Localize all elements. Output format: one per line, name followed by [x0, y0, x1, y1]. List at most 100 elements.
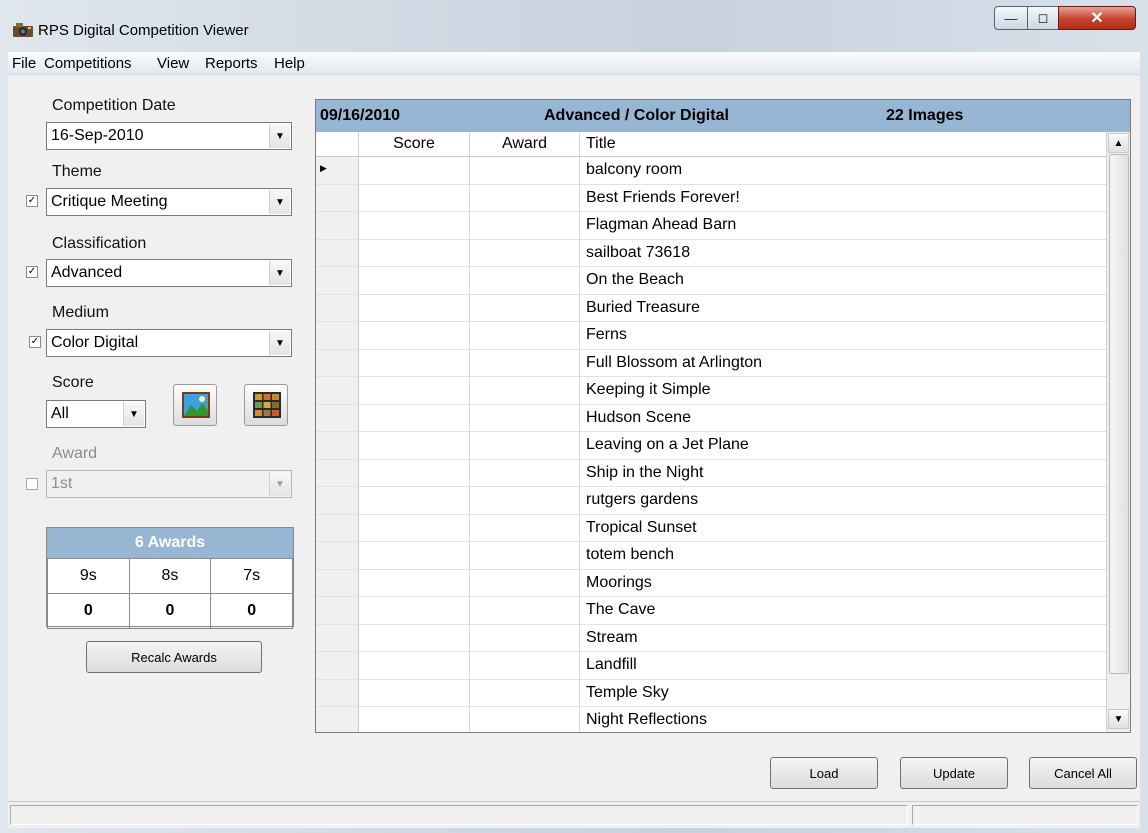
award-cell[interactable] [470, 267, 580, 294]
award-cell[interactable] [470, 184, 580, 211]
chevron-down-icon[interactable]: ▼ [269, 124, 290, 148]
award-cell[interactable] [470, 652, 580, 679]
view-image-button[interactable] [173, 384, 217, 426]
table-row[interactable]: Best Friends Forever! [316, 184, 1106, 212]
award-cell[interactable] [470, 212, 580, 239]
table-row[interactable]: rutgers gardens [316, 487, 1106, 515]
title-cell[interactable]: Ferns [586, 326, 627, 344]
score-cell[interactable] [359, 707, 470, 732]
award-cell[interactable] [470, 569, 580, 596]
award-cell[interactable] [470, 294, 580, 321]
row-selector[interactable] [316, 459, 359, 486]
title-cell[interactable]: Flagman Ahead Barn [586, 216, 736, 234]
title-cell[interactable]: rutgers gardens [586, 491, 698, 509]
table-row[interactable]: The Cave [316, 597, 1106, 625]
award-cell[interactable] [470, 542, 580, 569]
chevron-down-icon[interactable]: ▼ [269, 331, 290, 355]
load-button[interactable]: Load [770, 757, 878, 789]
title-cell[interactable]: Leaving on a Jet Plane [586, 436, 749, 454]
title-cell[interactable]: Full Blossom at Arlington [586, 354, 762, 372]
table-row[interactable]: Keeping it Simple [316, 377, 1106, 405]
menu-reports[interactable]: Reports [205, 55, 258, 72]
table-row[interactable]: Hudson Scene [316, 404, 1106, 432]
theme-checkbox[interactable]: ✓ [26, 195, 38, 207]
menu-competitions[interactable]: Competitions [44, 55, 132, 72]
table-row[interactable]: Ferns [316, 322, 1106, 350]
title-cell[interactable]: balcony room [586, 161, 682, 179]
row-selector[interactable] [316, 652, 359, 679]
award-cell[interactable] [470, 679, 580, 706]
title-cell[interactable]: The Cave [586, 601, 655, 619]
row-selector[interactable] [316, 294, 359, 321]
close-button[interactable]: ✕ [1058, 6, 1136, 30]
table-row[interactable]: Landfill [316, 652, 1106, 680]
classification-combo[interactable]: Advanced ▼ [46, 259, 292, 287]
minimize-button[interactable]: — [994, 6, 1028, 30]
row-selector[interactable] [316, 624, 359, 651]
row-selector[interactable] [316, 569, 359, 596]
title-bar[interactable]: RPS Digital Competition Viewer — ◻ ✕ [0, 0, 1148, 52]
row-selector[interactable] [316, 184, 359, 211]
award-cell[interactable] [470, 487, 580, 514]
column-header-award[interactable]: Award [470, 132, 580, 156]
title-cell[interactable]: Keeping it Simple [586, 381, 711, 399]
table-row[interactable]: Tropical Sunset [316, 514, 1106, 542]
title-cell[interactable]: Moorings [586, 574, 652, 592]
table-row[interactable]: Buried Treasure [316, 294, 1106, 322]
award-cell[interactable] [470, 459, 580, 486]
chevron-down-icon[interactable]: ▼ [269, 472, 290, 496]
score-cell[interactable] [359, 597, 470, 624]
title-cell[interactable]: Night Reflections [586, 711, 707, 729]
competition-date-combo[interactable]: 16-Sep-2010 ▼ [46, 122, 292, 150]
table-row[interactable]: Ship in the Night [316, 459, 1106, 487]
title-cell[interactable]: Temple Sky [586, 684, 669, 702]
title-cell[interactable]: Tropical Sunset [586, 519, 697, 537]
title-cell[interactable]: Ship in the Night [586, 464, 703, 482]
score-cell[interactable] [359, 459, 470, 486]
score-cell[interactable] [359, 487, 470, 514]
row-selector[interactable]: ▶ [316, 157, 359, 184]
score-cell[interactable] [359, 679, 470, 706]
score-cell[interactable] [359, 239, 470, 266]
score-cell[interactable] [359, 349, 470, 376]
title-cell[interactable]: sailboat 73618 [586, 244, 690, 262]
score-cell[interactable] [359, 322, 470, 349]
table-row[interactable]: Moorings [316, 569, 1106, 597]
row-selector[interactable] [316, 322, 359, 349]
vertical-scrollbar[interactable]: ▲ ▼ [1106, 132, 1130, 732]
table-row[interactable]: On the Beach [316, 267, 1106, 295]
medium-checkbox[interactable]: ✓ [29, 336, 41, 348]
table-row[interactable]: sailboat 73618 [316, 239, 1106, 267]
score-cell[interactable] [359, 212, 470, 239]
row-selector[interactable] [316, 404, 359, 431]
score-cell[interactable] [359, 514, 470, 541]
thumbnail-view-button[interactable] [244, 384, 288, 426]
update-button[interactable]: Update [900, 757, 1008, 789]
award-combo[interactable]: 1st ▼ [46, 470, 292, 498]
row-selector[interactable] [316, 377, 359, 404]
scrollbar-thumb[interactable] [1109, 154, 1129, 674]
menu-file[interactable]: File [12, 55, 36, 72]
chevron-down-icon[interactable]: ▼ [123, 402, 144, 426]
award-cell[interactable] [470, 157, 580, 184]
score-cell[interactable] [359, 404, 470, 431]
column-header-score[interactable]: Score [359, 132, 470, 156]
chevron-down-icon[interactable]: ▼ [269, 261, 290, 285]
table-row[interactable]: ▶ balcony room [316, 157, 1106, 185]
theme-combo[interactable]: Critique Meeting ▼ [46, 188, 292, 216]
table-row[interactable]: Night Reflections [316, 707, 1106, 732]
scroll-up-arrow[interactable]: ▲ [1108, 133, 1129, 153]
award-cell[interactable] [470, 707, 580, 732]
title-cell[interactable]: totem bench [586, 546, 674, 564]
scroll-down-arrow[interactable]: ▼ [1108, 709, 1129, 729]
table-row[interactable]: totem bench [316, 542, 1106, 570]
score-combo[interactable]: All ▼ [46, 400, 146, 428]
award-cell[interactable] [470, 624, 580, 651]
row-selector[interactable] [316, 514, 359, 541]
score-cell[interactable] [359, 157, 470, 184]
title-cell[interactable]: Stream [586, 629, 638, 647]
row-selector[interactable] [316, 707, 359, 732]
score-cell[interactable] [359, 542, 470, 569]
table-row[interactable]: Stream [316, 624, 1106, 652]
chevron-down-icon[interactable]: ▼ [269, 190, 290, 214]
